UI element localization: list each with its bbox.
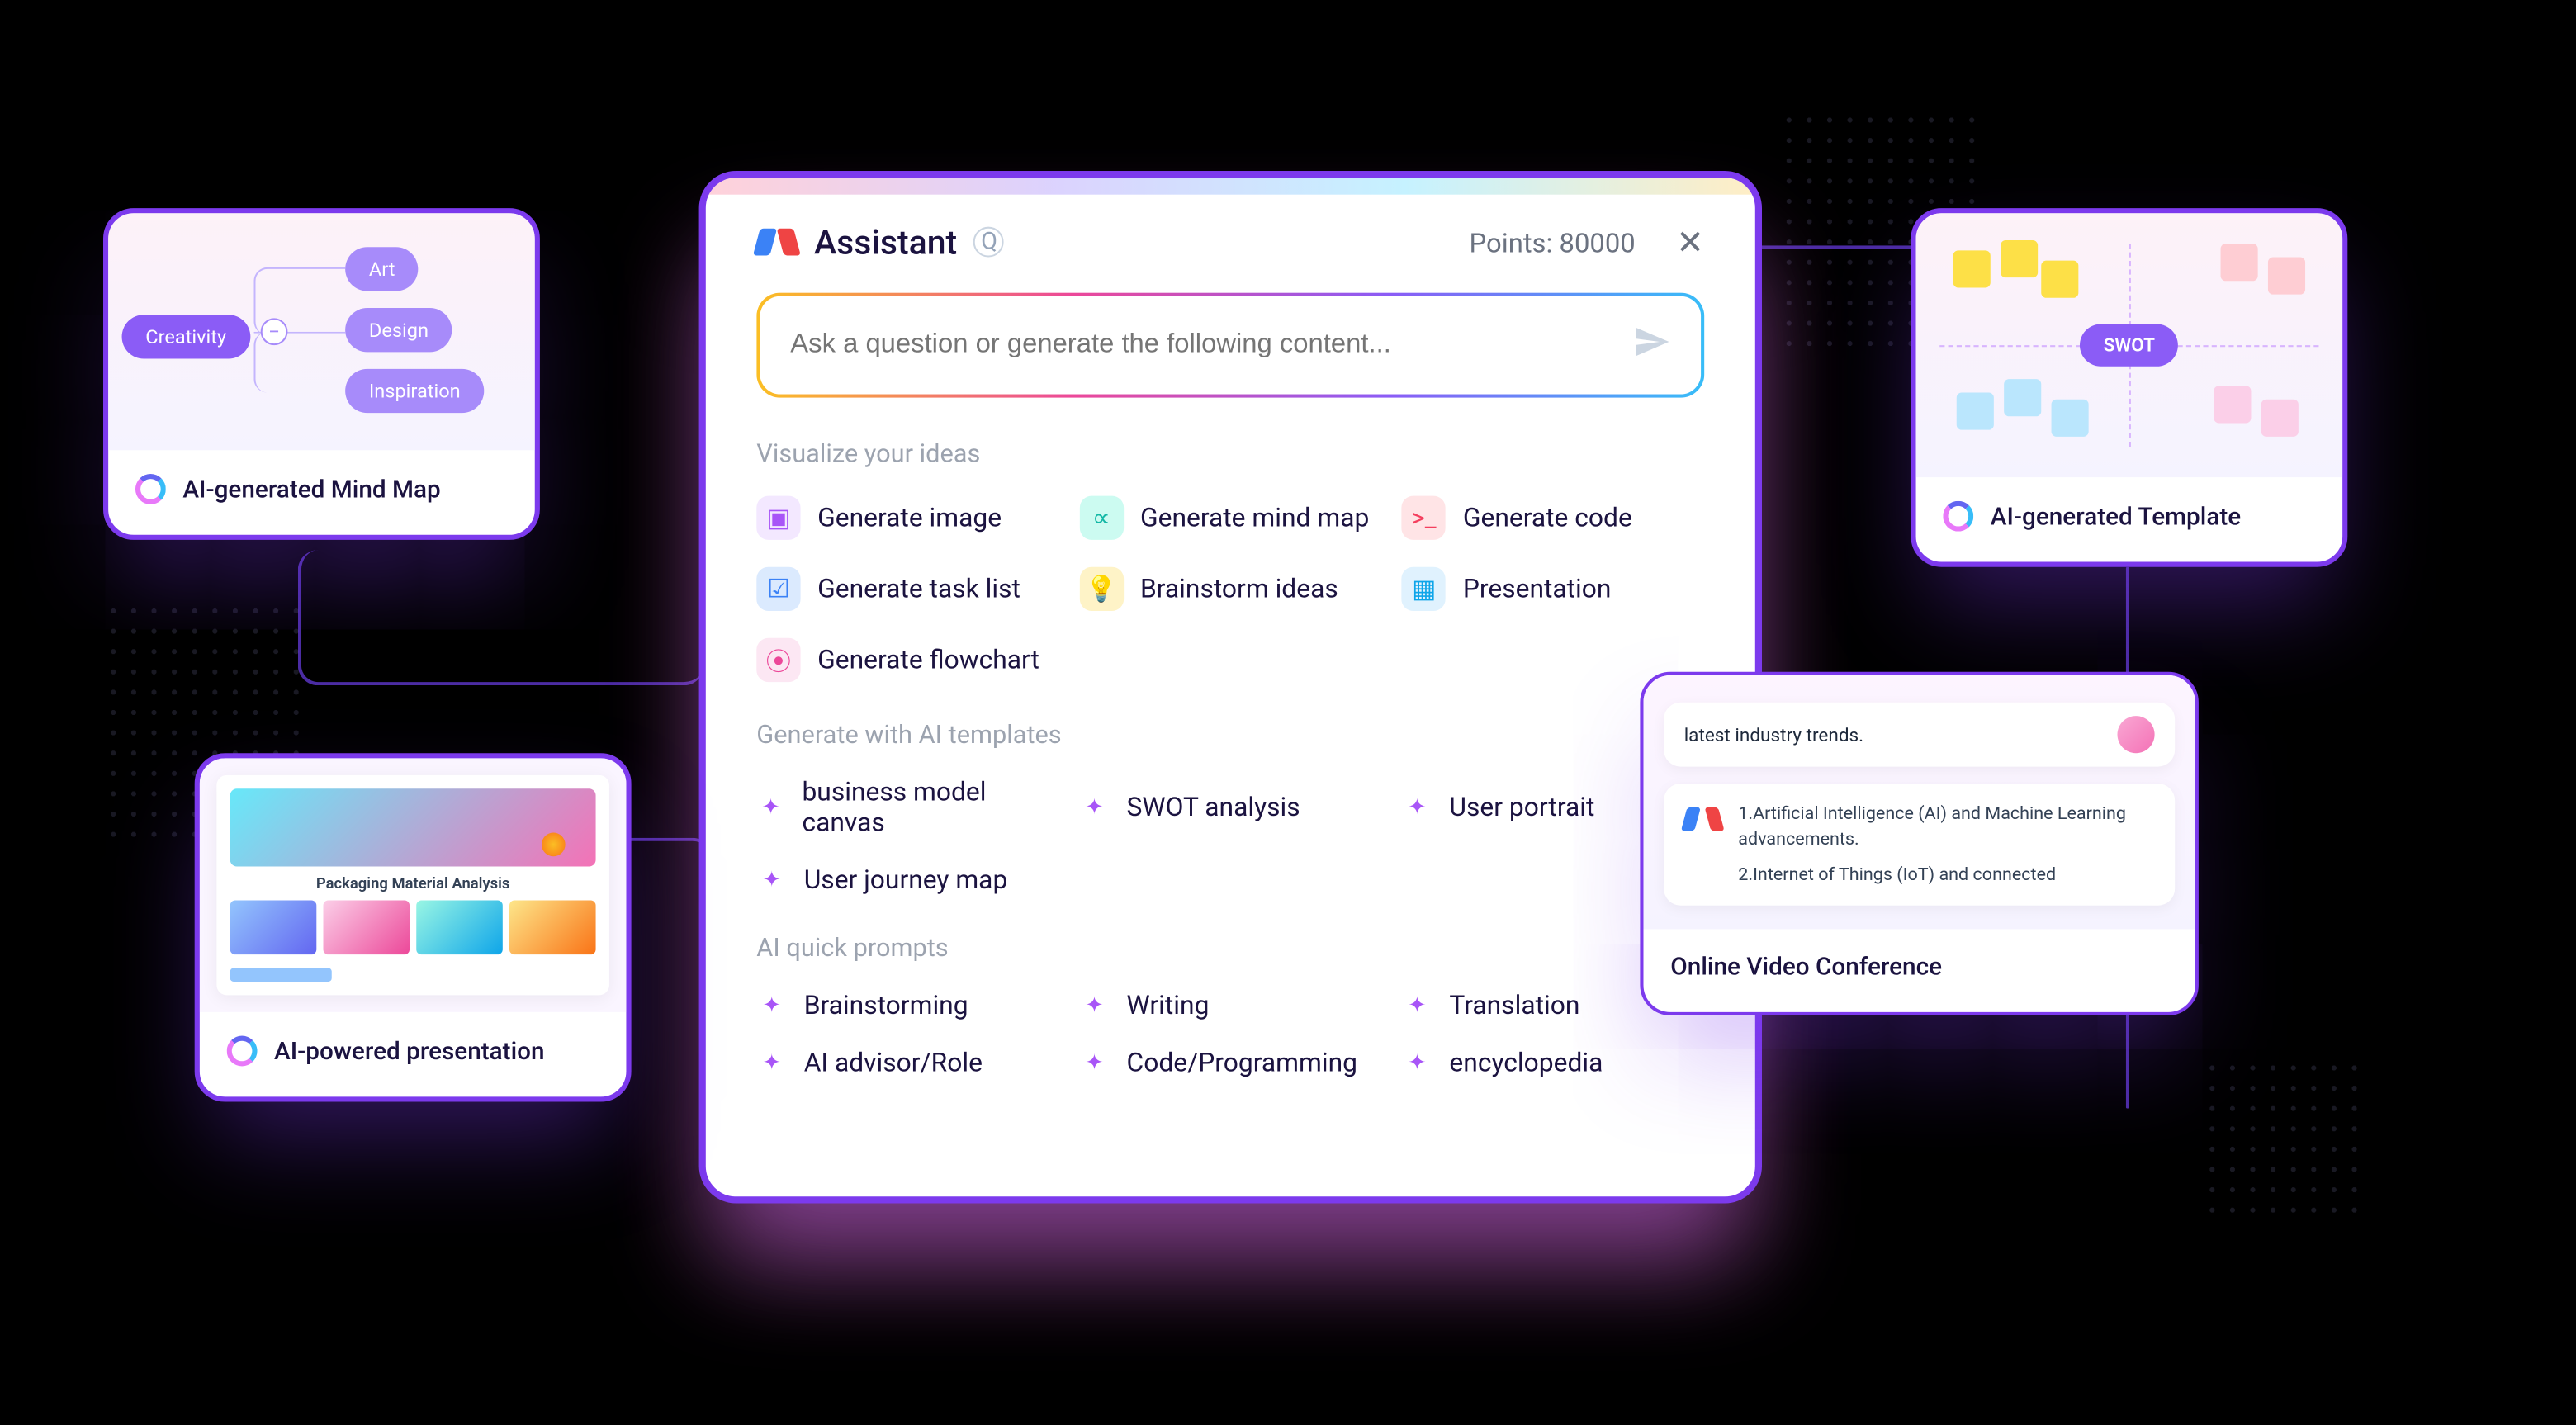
opt-swot[interactable]: ✦ SWOT analysis [1079, 777, 1381, 838]
opt-label: encyclopedia [1449, 1048, 1603, 1078]
presentation-caption: AI-powered presentation [274, 1037, 545, 1066]
image-icon: ▣ [756, 496, 800, 540]
opt-label: Code/Programming [1127, 1048, 1357, 1078]
collapse-icon: − [261, 318, 288, 345]
sparkle-icon: ✦ [1079, 992, 1110, 1018]
assistant-panel: Assistant Q Points: 80000 ✕ Visualize yo… [699, 171, 1762, 1204]
loading-spinner-icon [227, 1036, 258, 1067]
mindmap-icon: ∝ [1079, 496, 1123, 540]
template-options: ✦ business model canvas ✦ SWOT analysis ✦ U… [756, 777, 1704, 895]
opt-brainstorming[interactable]: ✦ Brainstorming [756, 990, 1058, 1020]
avatar-icon [2118, 716, 2155, 753]
sparkle-icon: ✦ [1079, 1050, 1110, 1076]
template-preview: SWOT [1916, 213, 2343, 477]
decoration-dots [2202, 1058, 2371, 1227]
presentation-icon: ▦ [1402, 567, 1446, 611]
mindmap-preview: Creativity − Art Design Inspiration [108, 213, 535, 450]
opt-label: Generate flowchart [817, 645, 1039, 675]
swot-badge: SWOT [2080, 324, 2179, 367]
opt-label: User portrait [1449, 792, 1594, 822]
opt-label: Writing [1127, 990, 1210, 1020]
video-conference-card[interactable]: latest industry trends. 1.Artificial Int… [1640, 672, 2199, 1015]
prompt-options: ✦ Brainstorming ✦ Writing ✦ Translation ✦ AI… [756, 990, 1704, 1078]
opt-label: SWOT analysis [1127, 792, 1300, 822]
mindmap-card[interactable]: Creativity − Art Design Inspiration AI-g… [103, 208, 540, 540]
opt-journey-map[interactable]: ✦ User journey map [756, 865, 1058, 896]
opt-label: business model canvas [802, 777, 1058, 838]
code-icon: >_ [1402, 496, 1446, 540]
assistant-header: Assistant Q Points: 80000 ✕ [756, 222, 1704, 263]
loading-spinner-icon [135, 474, 166, 504]
mindmap-child-node: Design [345, 308, 452, 352]
opt-label: Generate task list [817, 574, 1020, 604]
template-card[interactable]: SWOT AI-generated Template [1911, 208, 2347, 567]
presentation-card[interactable]: Packaging Material Analysis AI-powered p… [195, 753, 632, 1101]
presentation-preview: Packaging Material Analysis [200, 758, 627, 1012]
prompt-input[interactable] [790, 330, 1633, 361]
sparkle-icon: ✦ [1402, 1050, 1432, 1076]
opt-label: Generate code [1463, 503, 1632, 533]
opt-label: AI advisor/Role [804, 1048, 983, 1078]
tasklist-icon: ☑ [756, 567, 800, 611]
opt-brainstorm[interactable]: 💡 Brainstorm ideas [1079, 567, 1381, 611]
prompt-input-bar[interactable] [756, 293, 1704, 398]
app-logo-icon [1684, 801, 1721, 838]
app-logo-icon [756, 222, 797, 263]
assistant-title: Assistant [814, 222, 957, 263]
connector-line [298, 550, 704, 685]
section-heading-templates: Generate with AI templates [756, 719, 1704, 750]
sparkle-icon: ✦ [756, 1050, 787, 1076]
opt-encyclopedia[interactable]: ✦ encyclopedia [1402, 1048, 1704, 1078]
ai-answer: 1.Artificial Intelligence (AI) and Machi… [1664, 784, 2175, 905]
opt-label: User journey map [804, 865, 1008, 896]
opt-label: Generate mind map [1140, 503, 1369, 533]
sparkle-icon: ✦ [1079, 794, 1110, 820]
opt-bmc[interactable]: ✦ business model canvas [756, 777, 1058, 838]
opt-generate-flowchart[interactable]: ⦿ Generate flowchart [756, 638, 1058, 682]
mindmap-child-node: Art [345, 247, 419, 291]
sparkle-icon: ✦ [756, 868, 787, 893]
sparkle-icon: ✦ [756, 992, 787, 1018]
video-caption: Online Video Conference [1670, 953, 1942, 982]
close-icon[interactable]: ✕ [1676, 222, 1704, 263]
mindmap-root-node: Creativity [122, 315, 250, 358]
sparkle-icon: ✦ [1402, 992, 1432, 1018]
flowchart-icon: ⦿ [756, 638, 800, 682]
opt-generate-image[interactable]: ▣ Generate image [756, 496, 1058, 540]
chat-bubble: latest industry trends. [1664, 703, 2175, 767]
opt-label: Generate image [817, 503, 1002, 533]
opt-label: Translation [1449, 990, 1579, 1020]
section-heading-visualize: Visualize your ideas [756, 438, 1704, 469]
opt-generate-mindmap[interactable]: ∝ Generate mind map [1079, 496, 1381, 540]
chat-bubble-text: latest industry trends. [1684, 723, 1863, 746]
sparkle-icon: ✦ [1402, 794, 1432, 820]
opt-generate-tasklist[interactable]: ☑ Generate task list [756, 567, 1058, 611]
opt-code-programming[interactable]: ✦ Code/Programming [1079, 1048, 1381, 1078]
opt-label: Presentation [1463, 574, 1612, 604]
opt-generate-code[interactable]: >_ Generate code [1402, 496, 1704, 540]
opt-ai-advisor[interactable]: ✦ AI advisor/Role [756, 1048, 1058, 1078]
sparkle-icon: ✦ [756, 794, 785, 820]
send-icon[interactable] [1633, 324, 1670, 367]
section-heading-prompts: AI quick prompts [756, 933, 1704, 963]
loading-spinner-icon [1943, 501, 1973, 532]
opt-label: Brainstorm ideas [1140, 574, 1338, 604]
opt-presentation[interactable]: ▦ Presentation [1402, 567, 1704, 611]
presentation-frame-title: Packaging Material Analysis [230, 877, 596, 894]
ai-answer-line: 1.Artificial Intelligence (AI) and Machi… [1738, 801, 2154, 852]
mindmap-child-node: Inspiration [345, 369, 484, 413]
ai-answer-line: 2.Internet of Things (IoT) and connected [1738, 862, 2154, 888]
mindmap-caption: AI-generated Mind Map [182, 475, 440, 504]
visualize-options: ▣ Generate image ∝ Generate mind map >_ … [756, 496, 1704, 683]
points-label: Points: 80000 [1470, 226, 1636, 258]
opt-writing[interactable]: ✦ Writing [1079, 990, 1381, 1020]
lightbulb-icon: 💡 [1079, 567, 1123, 611]
opt-label: Brainstorming [804, 990, 968, 1020]
video-preview: latest industry trends. 1.Artificial Int… [1644, 675, 2195, 929]
template-caption: AI-generated Template [1991, 502, 2241, 531]
help-icon[interactable]: Q [974, 227, 1005, 258]
